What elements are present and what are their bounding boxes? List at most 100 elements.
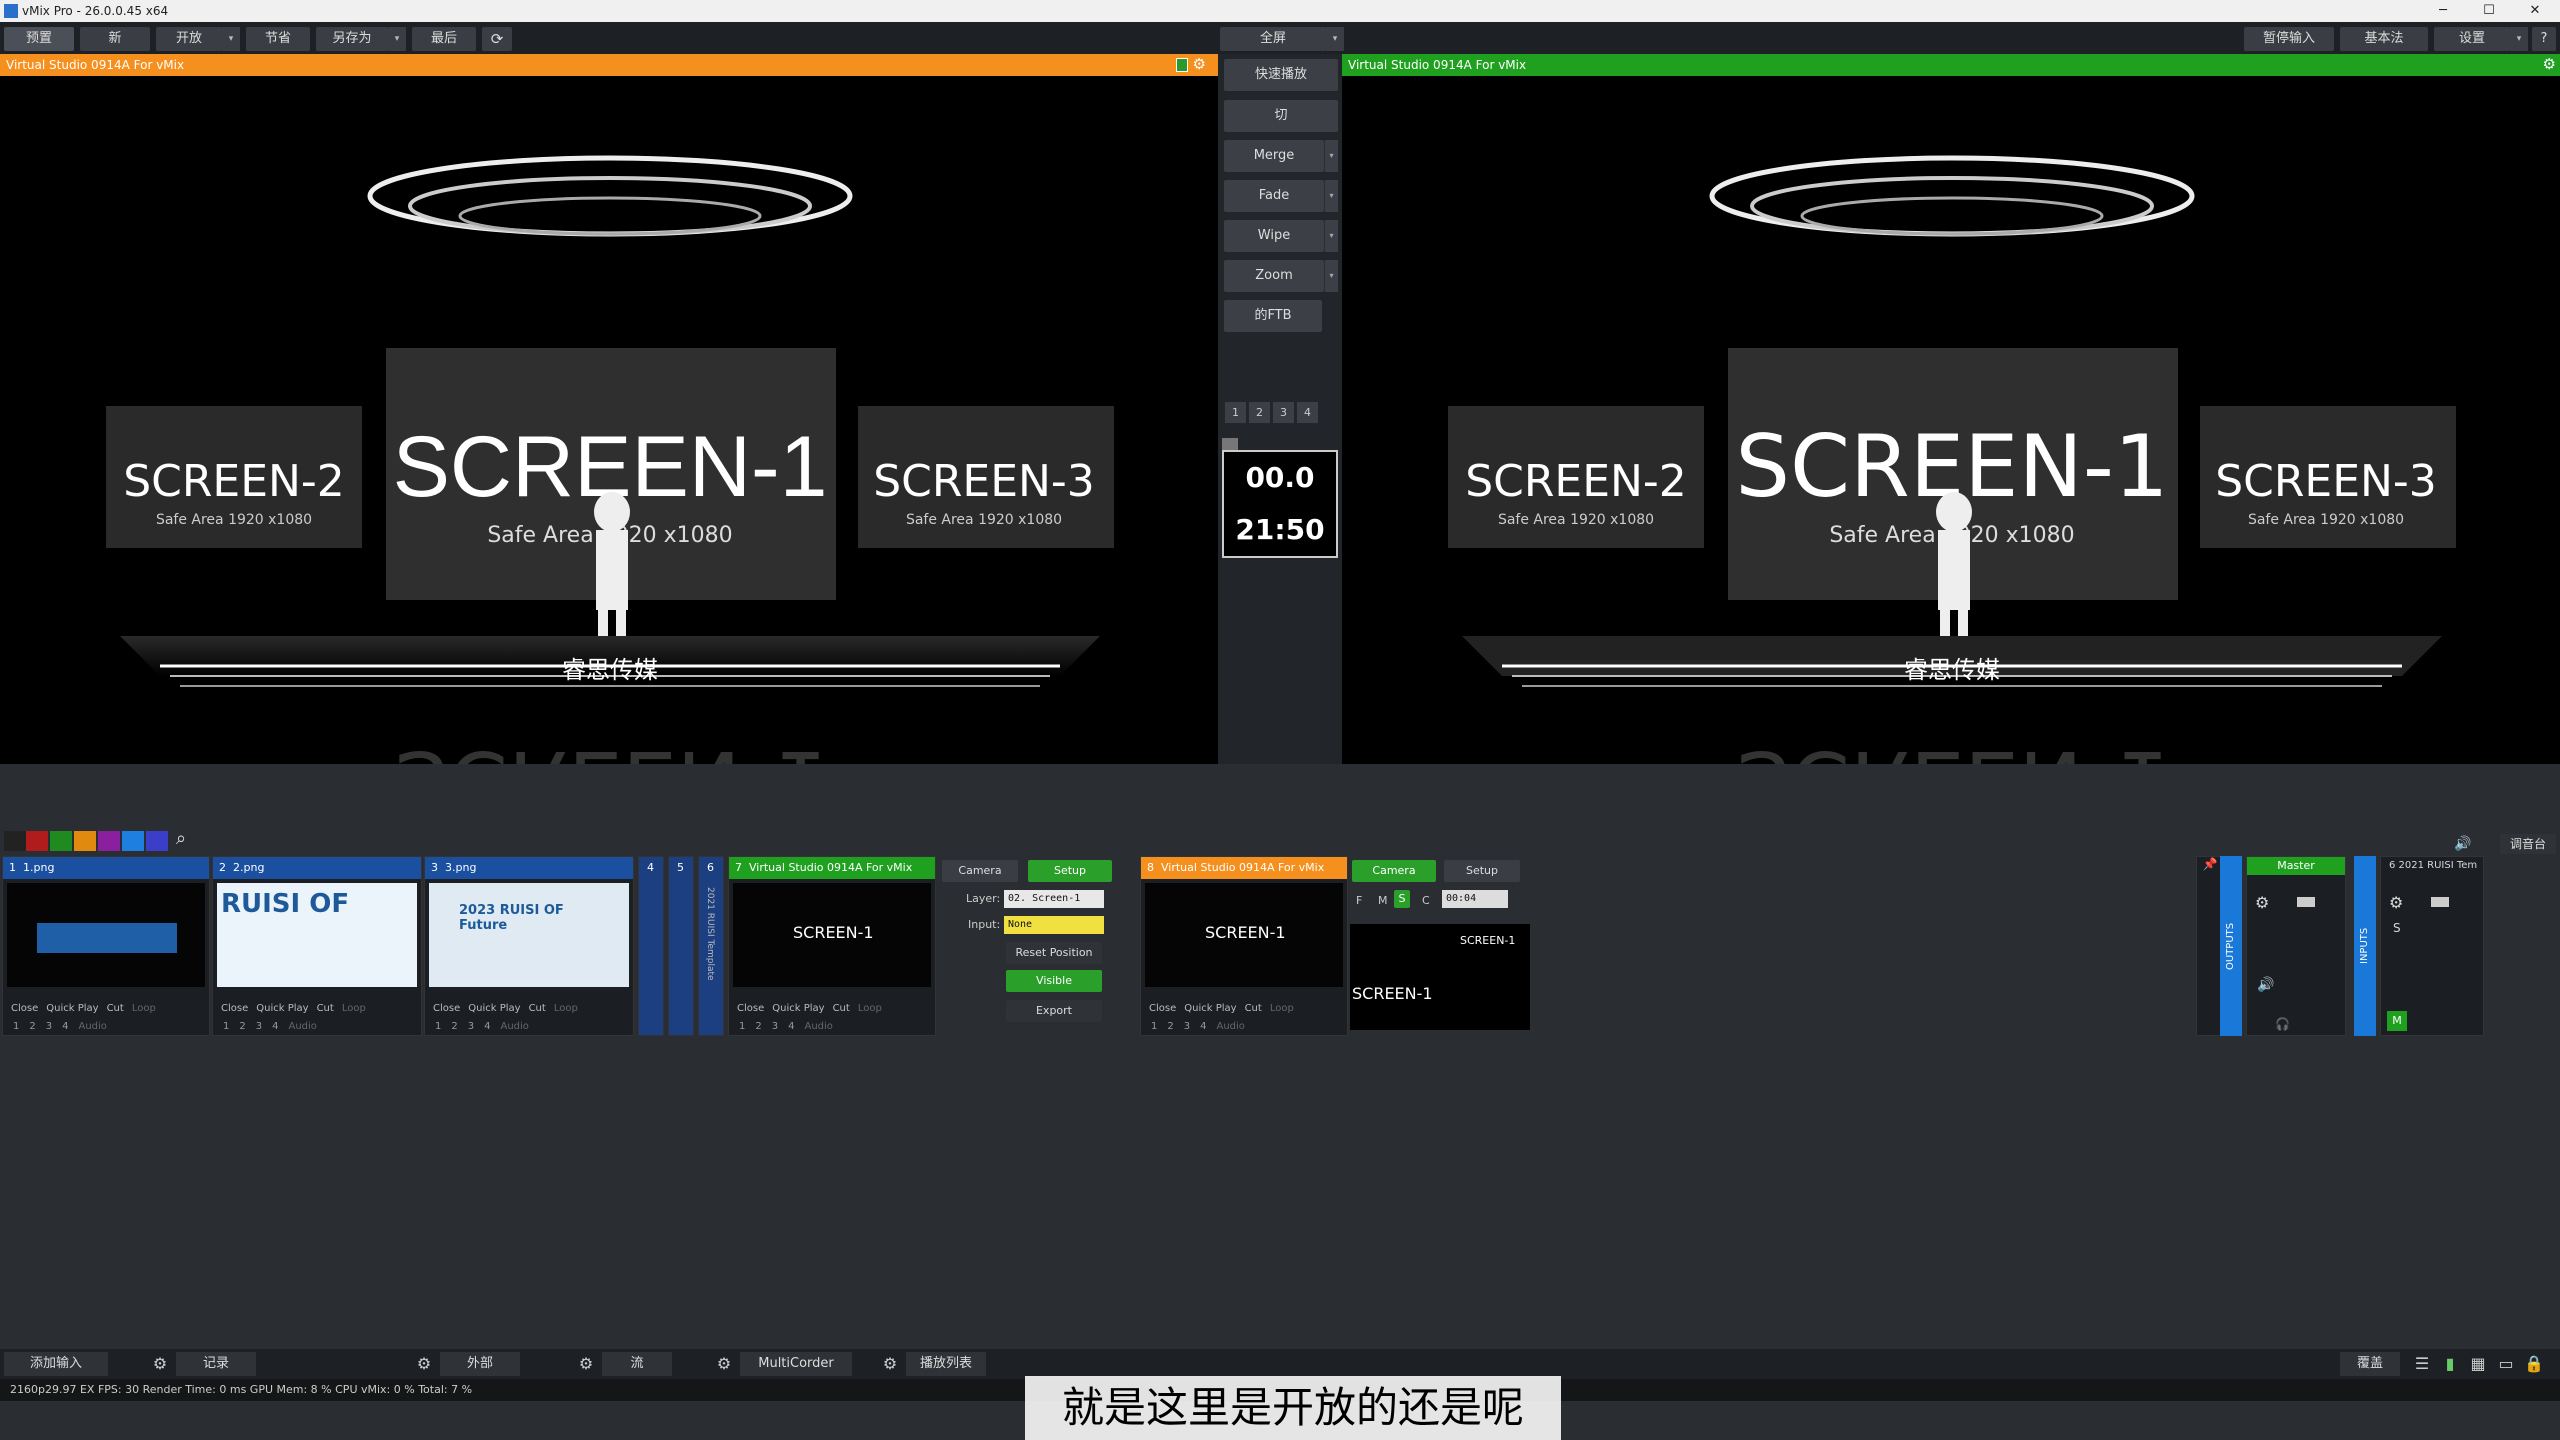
input-2-loop[interactable]: Loop	[342, 1003, 366, 1014]
stream-gear-icon[interactable]: ⚙	[574, 1352, 598, 1376]
master-speaker-icon[interactable]: 🔊	[2257, 977, 2274, 993]
input-7-overlay-1[interactable]: 1	[739, 1021, 745, 1032]
c-toggle[interactable]: C	[1422, 894, 1430, 907]
lock-icon[interactable]: 🔒	[2522, 1352, 2546, 1376]
duration-field[interactable]: 00:04	[1442, 890, 1508, 908]
input-3-loop[interactable]: Loop	[554, 1003, 578, 1014]
stream-button[interactable]: 流	[602, 1352, 672, 1376]
new-button[interactable]: 新	[80, 27, 150, 51]
input-tile-8[interactable]: 8 Virtual Studio 0914A For vMix SCREEN-1…	[1140, 856, 1348, 1036]
input-3-close[interactable]: Close	[433, 1003, 460, 1014]
open-button[interactable]: 开放	[156, 27, 222, 51]
input-7-loop[interactable]: Loop	[858, 1003, 882, 1014]
input-8-overlay-1[interactable]: 1	[1151, 1021, 1157, 1032]
input-8-quickplay[interactable]: Quick Play	[1184, 1003, 1236, 1014]
input-7-overlay-2[interactable]: 2	[755, 1021, 761, 1032]
input-7-overlay-3[interactable]: 3	[772, 1021, 778, 1032]
input-3-overlay-3[interactable]: 3	[468, 1021, 474, 1032]
input-2-overlay-2[interactable]: 2	[239, 1021, 245, 1032]
input-1-audio[interactable]: Audio	[79, 1021, 107, 1032]
input-2-overlay-3[interactable]: 3	[256, 1021, 262, 1032]
preview-panel[interactable]: Virtual Studio 0914A For vMix ⚙ SCREEN-1…	[0, 54, 1218, 764]
minimize-button[interactable]: ─	[2420, 0, 2466, 22]
quick-play-button[interactable]: 快速播放	[1224, 59, 1338, 91]
input-tile-6-collapsed[interactable]: 6 2021 RUISI Template	[698, 856, 724, 1036]
input-2-overlay-4[interactable]: 4	[272, 1021, 278, 1032]
fullscreen-dropdown-icon[interactable]: ▾	[1326, 27, 1344, 51]
master-gear-icon[interactable]: ⚙	[2255, 893, 2269, 912]
meters-icon[interactable]: ▮	[2438, 1352, 2462, 1376]
overlay-button[interactable]: 覆盖	[2340, 1352, 2400, 1376]
pause-input-button[interactable]: 暂停输入	[2244, 27, 2334, 51]
maximize-button[interactable]: ☐	[2466, 0, 2512, 22]
transition-2-button[interactable]: 2	[1249, 402, 1270, 423]
headphones-icon[interactable]: 🎧	[2275, 1017, 2290, 1031]
wipe-dropdown-icon[interactable]: ▾	[1324, 220, 1338, 252]
input-1-cut[interactable]: Cut	[107, 1003, 124, 1014]
input-7-close[interactable]: Close	[737, 1003, 764, 1014]
cut-button[interactable]: 切	[1224, 100, 1338, 132]
basic-button[interactable]: 基本法	[2340, 27, 2428, 51]
input-2-quickplay[interactable]: Quick Play	[256, 1003, 308, 1014]
input-8-overlay-3[interactable]: 3	[1184, 1021, 1190, 1032]
last-button[interactable]: 最后	[412, 27, 476, 51]
input-6-solo[interactable]: S	[2393, 921, 2401, 935]
f-toggle[interactable]: F	[1356, 894, 1362, 907]
input-3-cut[interactable]: Cut	[529, 1003, 546, 1014]
input-select[interactable]: None	[1004, 916, 1104, 934]
input-1-loop[interactable]: Loop	[132, 1003, 156, 1014]
input-tile-2[interactable]: 2 2.png RUISI OF Close Quick Play Cut Loop …	[212, 856, 422, 1036]
transition-1-button[interactable]: 1	[1225, 402, 1246, 423]
audio-mixer-button[interactable]: 调音台	[2500, 834, 2556, 854]
s-toggle[interactable]: S	[1394, 890, 1410, 908]
input-3-audio[interactable]: Audio	[501, 1021, 529, 1032]
record-button[interactable]: 记录	[176, 1352, 256, 1376]
playlist-button[interactable]: 播放列表	[906, 1352, 986, 1376]
input-2-overlay-1[interactable]: 1	[223, 1021, 229, 1032]
add-input-button[interactable]: 添加输入	[4, 1352, 108, 1376]
export-button[interactable]: Export	[1006, 1000, 1102, 1022]
multicorder-gear-icon[interactable]: ⚙	[712, 1352, 736, 1376]
search-icon[interactable]: ⌕	[176, 828, 186, 849]
input-8-overlay-4[interactable]: 4	[1200, 1021, 1206, 1032]
input-1-close[interactable]: Close	[11, 1003, 38, 1014]
input-2-close[interactable]: Close	[221, 1003, 248, 1014]
preview-layout-icon[interactable]	[1176, 58, 1188, 72]
window-icon[interactable]: ▭	[2494, 1352, 2518, 1376]
open-dropdown-icon[interactable]: ▾	[222, 27, 240, 51]
merge-button[interactable]: Merge	[1224, 140, 1324, 172]
color-swatch-orange[interactable]	[74, 831, 96, 851]
m-toggle[interactable]: M	[1378, 894, 1388, 907]
input-8-cut[interactable]: Cut	[1245, 1003, 1262, 1014]
preview-gear-icon[interactable]: ⚙	[1193, 55, 1206, 73]
help-button[interactable]: ?	[2532, 27, 2556, 51]
input-3-overlay-1[interactable]: 1	[435, 1021, 441, 1032]
reset-position-button[interactable]: Reset Position	[1006, 942, 1102, 964]
color-swatch-purple[interactable]	[98, 831, 120, 851]
playlist-gear-icon[interactable]: ⚙	[878, 1352, 902, 1376]
fullscreen-button[interactable]: 全屏	[1220, 27, 1326, 51]
close-window-button[interactable]: ✕	[2512, 0, 2558, 22]
input-1-quickplay[interactable]: Quick Play	[46, 1003, 98, 1014]
input-3-quickplay[interactable]: Quick Play	[468, 1003, 520, 1014]
input-7-quickplay[interactable]: Quick Play	[772, 1003, 824, 1014]
input-1-overlay-4[interactable]: 4	[62, 1021, 68, 1032]
input-tile-5-collapsed[interactable]: 5	[668, 856, 694, 1036]
color-swatch-green[interactable]	[50, 831, 72, 851]
input-tile-7[interactable]: 7 Virtual Studio 0914A For vMix SCREEN-1…	[728, 856, 936, 1036]
multicorder-button[interactable]: MultiCorder	[740, 1352, 852, 1376]
record-gear-icon[interactable]: ⚙	[148, 1352, 172, 1376]
ftb-button[interactable]: 的FTB	[1224, 300, 1322, 332]
zoom-dropdown-icon[interactable]: ▾	[1324, 260, 1338, 292]
transition-4-button[interactable]: 4	[1297, 402, 1318, 423]
save-button[interactable]: 节省	[246, 27, 310, 51]
transition-3-button[interactable]: 3	[1273, 402, 1294, 423]
preset-button[interactable]: 预置	[4, 27, 74, 51]
input-8-loop[interactable]: Loop	[1270, 1003, 1294, 1014]
input-7-audio[interactable]: Audio	[805, 1021, 833, 1032]
settings-dropdown-icon[interactable]: ▾	[2510, 27, 2528, 51]
output-panel[interactable]: Virtual Studio 0914A For vMix ⚙ SCREEN-1…	[1342, 54, 2560, 764]
input-tile-1[interactable]: 1 1.png Close Quick Play Cut Loop 1 2 3 4 Audio	[2, 856, 210, 1036]
list-view-icon[interactable]: ☰	[2410, 1352, 2434, 1376]
input-7-overlay-4[interactable]: 4	[788, 1021, 794, 1032]
